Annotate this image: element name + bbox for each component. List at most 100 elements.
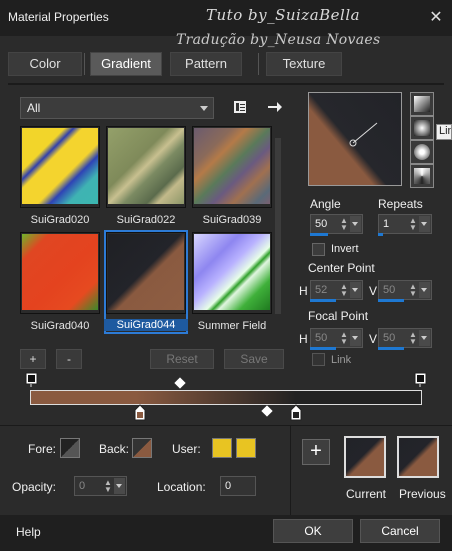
gradient-bar[interactable] xyxy=(30,390,422,405)
angle-spinner[interactable]: 50 ▲ ▼ xyxy=(310,214,363,234)
current-swatch-fill xyxy=(346,438,384,476)
rectangular-style-button[interactable] xyxy=(410,116,434,140)
plus-icon: + xyxy=(310,440,322,462)
transparency-stop-marker[interactable] xyxy=(414,372,428,388)
gradient-label: Summer Field xyxy=(197,320,267,332)
invert-label: Invert xyxy=(331,243,359,255)
chevron-down-icon[interactable] xyxy=(350,330,361,346)
location-label: Location: xyxy=(157,480,206,494)
chevron-down-icon[interactable] xyxy=(419,282,430,298)
chevron-down-icon[interactable] xyxy=(114,478,125,494)
cancel-button[interactable]: Cancel xyxy=(360,519,440,543)
repeats-slider-fill xyxy=(378,233,383,236)
opacity-value: 0 xyxy=(79,480,86,492)
chevron-down-icon[interactable] xyxy=(419,216,430,232)
tab-texture[interactable]: Texture xyxy=(266,52,342,76)
color-midpoint[interactable] xyxy=(261,405,273,417)
center-h-label: H xyxy=(299,284,308,298)
user-label: User: xyxy=(172,442,201,456)
gradient-label: SuiGrad022 xyxy=(116,214,176,226)
library-scrollbar-thumb[interactable] xyxy=(275,138,281,314)
tab-pattern[interactable]: Pattern xyxy=(170,52,242,76)
save-button[interactable]: Save xyxy=(224,349,284,369)
sunburst-style-icon xyxy=(414,144,430,160)
transparency-midpoint[interactable] xyxy=(174,377,186,389)
gradient-thumb-summer-field[interactable] xyxy=(192,232,272,314)
tab-divider xyxy=(8,83,444,85)
arrow-right-icon[interactable] xyxy=(264,97,286,117)
previous-gradient-swatch[interactable] xyxy=(397,436,439,478)
gradient-label: SuiGrad040 xyxy=(30,320,90,332)
chevron-down-icon[interactable] xyxy=(350,216,361,232)
radial-style-icon xyxy=(414,168,430,184)
chevron-down-icon[interactable] xyxy=(350,282,361,298)
gradient-thumb-suigrad022[interactable] xyxy=(106,126,186,208)
gradient-thumb-suigrad020[interactable] xyxy=(20,126,100,208)
fore-color-swatch[interactable] xyxy=(60,438,80,458)
repeats-spinner[interactable]: 1 ▲ ▼ xyxy=(378,214,432,234)
spin-arrows-icon[interactable]: ▲ ▼ xyxy=(103,479,113,494)
sunburst-style-button[interactable] xyxy=(410,140,434,164)
tab-separator xyxy=(258,53,259,75)
invert-checkbox[interactable] xyxy=(312,243,325,256)
focal-v-spinner[interactable]: 50 ▲ ▼ xyxy=(378,328,432,348)
gradient-thumb-suigrad044[interactable] xyxy=(106,232,186,314)
library-manager-icon[interactable] xyxy=(229,97,251,117)
color-stop-marker[interactable] xyxy=(289,404,303,422)
user-color-swatch[interactable] xyxy=(236,438,256,458)
tab-gradient[interactable]: Gradient xyxy=(90,52,162,76)
link-label: Link xyxy=(331,354,352,366)
location-value: 0 xyxy=(225,480,232,492)
center-v-slider-fill xyxy=(378,299,404,302)
reset-button[interactable]: Reset xyxy=(150,349,214,369)
location-field[interactable]: 0 xyxy=(220,476,256,496)
ok-button[interactable]: OK xyxy=(273,519,353,543)
center-point-label: Center Point xyxy=(308,261,375,275)
opacity-spinner[interactable]: 0 ▲ ▼ xyxy=(74,476,127,496)
spin-arrows-icon[interactable]: ▲ ▼ xyxy=(339,331,349,346)
close-icon[interactable]: ✕ xyxy=(424,7,448,29)
radial-style-button[interactable] xyxy=(410,164,434,188)
chevron-down-icon[interactable] xyxy=(419,330,430,346)
user-color-toggle[interactable] xyxy=(212,438,232,458)
center-v-value: 50 xyxy=(383,284,396,296)
focal-h-spinner[interactable]: 50 ▲ ▼ xyxy=(310,328,363,348)
chevron-down-icon xyxy=(200,106,208,111)
current-gradient-swatch[interactable] xyxy=(344,436,386,478)
gradient-thumb-suigrad039[interactable] xyxy=(192,126,272,208)
spin-arrows-icon[interactable]: ▲ ▼ xyxy=(408,283,418,298)
category-value: All xyxy=(27,101,41,115)
linear-style-button[interactable] xyxy=(410,92,434,116)
transparency-stop-marker[interactable] xyxy=(25,372,39,388)
tab-color[interactable]: Color xyxy=(8,52,82,76)
center-v-spinner[interactable]: 50 ▲ ▼ xyxy=(378,280,432,300)
spin-arrows-icon[interactable]: ▲ ▼ xyxy=(339,283,349,298)
focal-h-value: 50 xyxy=(315,332,328,344)
spin-arrows-icon[interactable]: ▲ ▼ xyxy=(408,331,418,346)
previous-swatch-fill xyxy=(399,438,437,476)
style-tooltip: Lin xyxy=(436,124,452,140)
back-label: Back: xyxy=(99,442,130,456)
gradient-preview[interactable] xyxy=(308,92,402,186)
add-gradient-button[interactable]: + xyxy=(20,349,46,369)
link-checkbox[interactable] xyxy=(312,353,325,366)
tab-separator xyxy=(84,53,85,75)
spin-arrows-icon[interactable]: ▲ ▼ xyxy=(408,217,418,232)
angle-handle-icon xyxy=(349,122,378,147)
center-h-spinner[interactable]: 52 ▲ ▼ xyxy=(310,280,363,300)
help-button[interactable]: Help xyxy=(16,525,41,539)
gradient-thumb-suigrad040[interactable] xyxy=(20,232,100,314)
watermark-translator: Tradução by_Neusa Novaes xyxy=(176,32,381,48)
angle-slider-fill xyxy=(310,233,328,236)
gradient-library-grid: SuiGrad020 SuiGrad022 SuiGrad039 SuiGrad… xyxy=(20,126,276,336)
repeats-value: 1 xyxy=(383,218,390,230)
center-h-value: 52 xyxy=(315,284,328,296)
color-stop-marker[interactable] xyxy=(133,404,147,422)
back-color-swatch[interactable] xyxy=(132,438,152,458)
add-to-swatches-button[interactable]: + xyxy=(302,439,330,465)
category-select[interactable]: All xyxy=(20,97,214,119)
spin-arrows-icon[interactable]: ▲ ▼ xyxy=(339,217,349,232)
repeats-label: Repeats xyxy=(378,197,423,211)
remove-gradient-button[interactable]: - xyxy=(56,349,82,369)
center-h-slider-fill xyxy=(310,299,336,302)
